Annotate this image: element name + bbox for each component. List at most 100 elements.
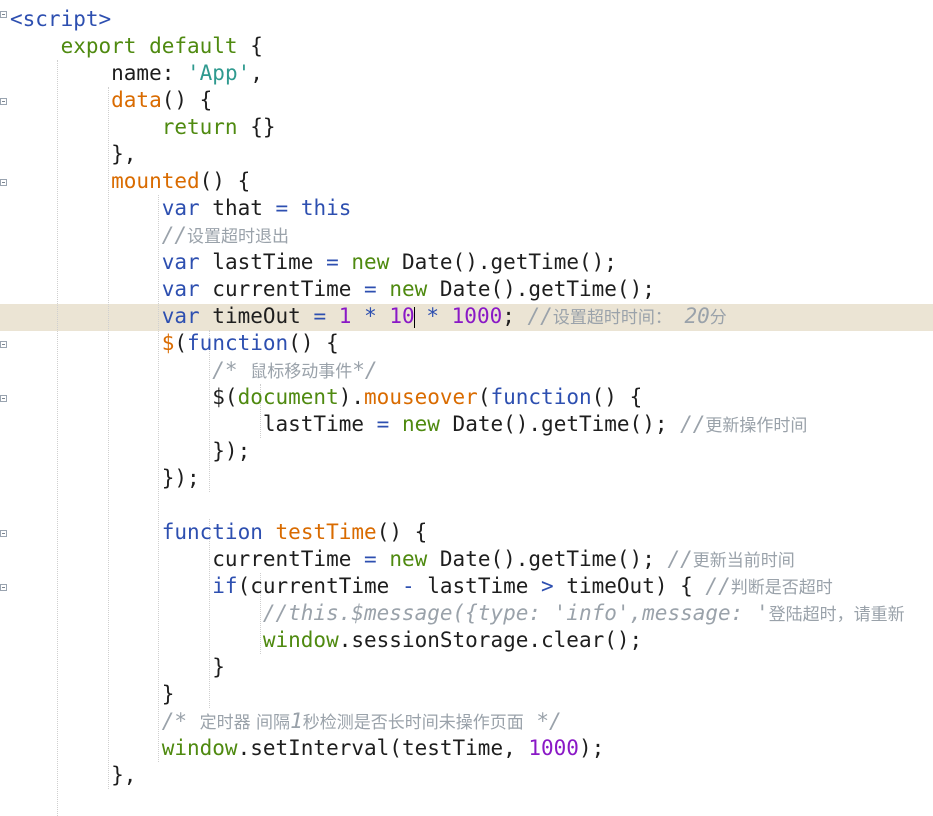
code-token: name: — [10, 61, 188, 85]
code-token: 定时器 间隔 — [199, 713, 291, 733]
code-token: Date().getTime(); — [427, 277, 655, 301]
code-token: () { — [288, 331, 339, 355]
code-token: .sessionStorage.clear(); — [338, 628, 643, 652]
code-token: new — [351, 250, 390, 274]
code-token: () { — [199, 169, 251, 193]
code-line[interactable]: }, — [10, 141, 136, 168]
code-line[interactable]: export default { — [10, 33, 263, 60]
code-token: function — [10, 520, 263, 544]
code-token: */ — [523, 709, 562, 733]
code-line[interactable]: data() { — [10, 87, 212, 114]
code-token: = — [364, 547, 377, 571]
code-token: /* — [10, 709, 200, 733]
code-token: 1000 — [528, 736, 579, 760]
code-line[interactable]: lastTime = new Date().getTime(); //更新操作时… — [10, 411, 808, 438]
code-token: } — [10, 682, 175, 706]
code-line[interactable]: } — [10, 681, 175, 708]
code-token: */ — [352, 358, 378, 382]
code-token: lastTime — [414, 574, 542, 598]
editor-gutter — [0, 0, 8, 785]
code-token: (currentTime — [237, 574, 402, 598]
fold-toggle-icon[interactable] — [0, 395, 7, 402]
code-token: var — [10, 277, 200, 301]
fold-toggle-icon[interactable] — [0, 530, 7, 537]
code-token: 更新当前时间 — [692, 551, 795, 571]
code-token: 20 — [671, 304, 710, 328]
code-token: function — [187, 331, 289, 355]
code-token: = — [364, 277, 377, 301]
code-token: 登陆超时，请重新 — [768, 605, 905, 625]
code-token: // — [667, 547, 693, 571]
code-token: 10 — [389, 304, 415, 328]
code-token: document — [237, 385, 339, 409]
code-line[interactable]: function testTime() { — [10, 519, 428, 546]
code-token: , — [250, 61, 263, 85]
code-token: that — [199, 196, 276, 220]
code-token: currentTime — [199, 277, 365, 301]
code-line[interactable]: $(function() { — [10, 330, 339, 357]
code-line[interactable]: var lastTime = new Date().getTime(); — [10, 249, 617, 276]
code-line[interactable]: } — [10, 654, 225, 681]
code-line[interactable]: }); — [10, 465, 200, 492]
code-line[interactable]: var currentTime = new Date().getTime(); — [10, 276, 655, 303]
code-token: 1 — [338, 304, 352, 328]
fold-toggle-icon[interactable] — [0, 179, 7, 186]
code-token: // — [680, 412, 706, 436]
code-line[interactable]: if(currentTime - lastTime > timeOut) { /… — [10, 573, 832, 600]
code-token: }); — [10, 439, 251, 463]
code-token: $( — [10, 385, 238, 409]
code-token: window — [10, 628, 339, 652]
code-token: }, — [10, 763, 137, 787]
code-token: window — [10, 736, 238, 760]
fold-toggle-icon[interactable] — [0, 341, 7, 348]
code-line[interactable]: $(document).mouseover(function() { — [10, 384, 642, 411]
code-token: /* — [10, 358, 251, 382]
code-token: var — [10, 250, 200, 274]
code-token: 分 — [709, 308, 727, 328]
code-token: Date().getTime(); — [389, 250, 617, 274]
code-line[interactable]: mounted() { — [10, 168, 250, 195]
code-token: ( — [174, 331, 188, 355]
code-token: data — [10, 88, 162, 112]
code-token: 鼠标移动事件 — [250, 362, 353, 382]
code-line[interactable]: /* 定时器 间隔1秒检测是否长时间未操作页面 */ — [10, 708, 562, 735]
code-line[interactable]: //this.$message({type: 'info',message: '… — [10, 600, 905, 627]
code-line[interactable]: /* 鼠标移动事件*/ — [10, 357, 378, 384]
code-line[interactable]: var timeOut = 1 * 10 * 1000; //设置超时时间： 2… — [10, 303, 727, 330]
fold-toggle-icon[interactable] — [0, 98, 7, 105]
code-token: }, — [10, 142, 137, 166]
code-line[interactable]: //设置超时退出 — [10, 222, 289, 249]
code-token: () { — [591, 385, 643, 409]
code-token: ). — [338, 385, 365, 409]
code-token: ( — [477, 385, 491, 409]
code-token: }); — [10, 466, 200, 490]
code-token: lastTime — [199, 250, 327, 274]
fold-toggle-icon[interactable] — [0, 11, 7, 18]
code-line[interactable]: window.setInterval(testTime, 1000); — [10, 735, 605, 762]
code-token: //this.$message({type: 'info',message: ' — [10, 601, 769, 625]
code-line[interactable]: }); — [10, 438, 250, 465]
code-token: = — [376, 412, 390, 436]
code-token: = — [275, 196, 289, 220]
code-token: new — [389, 547, 428, 571]
code-token: () { — [376, 520, 428, 544]
code-line[interactable]: var that = this — [10, 195, 352, 222]
fold-toggle-icon[interactable] — [0, 584, 7, 591]
code-line[interactable]: return {} — [10, 114, 276, 141]
code-token: var — [10, 196, 200, 220]
code-token: if — [10, 574, 238, 598]
code-line[interactable]: <script> — [10, 6, 111, 33]
code-line[interactable]: window.sessionStorage.clear(); — [10, 627, 642, 654]
code-token: // — [10, 223, 188, 247]
code-token: ); — [578, 736, 605, 760]
code-token: testTime — [275, 520, 377, 544]
code-line[interactable]: name: 'App', — [10, 60, 263, 87]
code-line[interactable]: currentTime = new Date().getTime(); //更新… — [10, 546, 795, 573]
